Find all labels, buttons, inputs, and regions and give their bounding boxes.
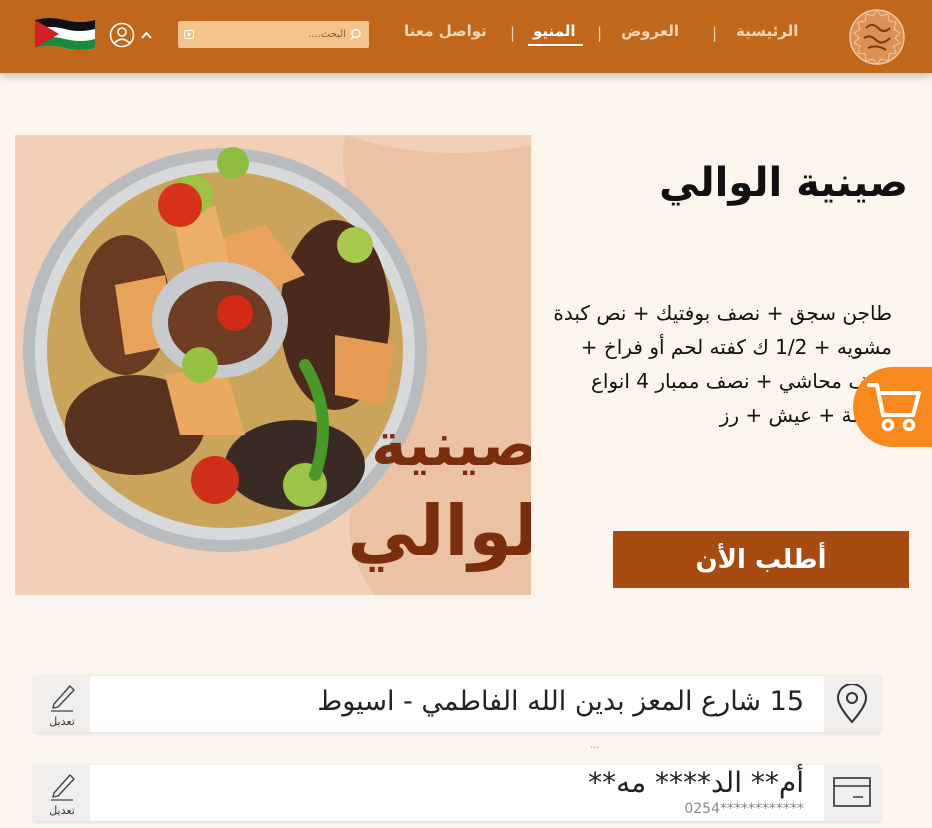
pencil-icon [51, 685, 75, 712]
shopping-cart-icon [867, 383, 921, 432]
image-caption-line1: صينية [371, 410, 531, 480]
cart-button[interactable] [853, 367, 932, 447]
card-icon-box [824, 765, 880, 821]
active-nav-underline [528, 44, 583, 46]
nav-contact[interactable]: تواصل معنا [404, 22, 487, 40]
payment-card: تعديل أم** الد**** مه** ************0254 [34, 765, 880, 821]
nav-separator: | [712, 24, 718, 42]
food-tray-illustration: صينية الوالي [15, 135, 531, 595]
voice-search-icon[interactable] [184, 30, 194, 39]
product-description: طاجن سجق + نصف بوفتيك + نص كبدة مشويه + … [553, 301, 892, 427]
chevron-up-icon[interactable] [140, 30, 153, 40]
location-icon-box [824, 676, 880, 732]
restaurant-logo[interactable] [848, 8, 906, 66]
product-title: صينية الوالي [659, 160, 908, 206]
edit-label: تعديل [49, 804, 75, 817]
search-input[interactable] [200, 21, 346, 48]
nav-offers[interactable]: العروض [621, 22, 679, 40]
product-image: صينية الوالي [15, 135, 531, 595]
user-account-icon[interactable] [109, 22, 135, 48]
separator-dots: ... [590, 740, 600, 751]
palestine-flag-icon[interactable] [33, 15, 97, 53]
address-card: تعديل 15 شارع المعز بدين الله الفاطمي - … [34, 676, 880, 732]
search-icon[interactable] [350, 28, 363, 41]
order-now-button[interactable]: أطلب الأن [613, 531, 909, 588]
nav-separator: | [597, 24, 603, 42]
edit-payment-button[interactable]: تعديل [34, 765, 90, 821]
location-pin-icon [836, 684, 868, 724]
image-caption-line2: الوالي [347, 490, 531, 572]
address-text: 15 شارع المعز بدين الله الفاطمي - اسيوط [317, 686, 804, 717]
edit-address-button[interactable]: تعديل [34, 676, 90, 732]
pencil-icon [51, 774, 75, 801]
nav-home[interactable]: الرئيسية [736, 22, 798, 40]
credit-card-icon [833, 777, 871, 807]
search-box [178, 21, 369, 48]
top-navbar: الرئيسية | العروض | المنيو | تواصل معنا [0, 0, 932, 73]
edit-label: تعديل [49, 715, 75, 728]
nav-menu[interactable]: المنيو [533, 22, 575, 40]
cardholder-name: أم** الد**** مه** [588, 766, 804, 799]
nav-separator: | [510, 24, 516, 42]
card-number: ************0254 [684, 801, 804, 817]
